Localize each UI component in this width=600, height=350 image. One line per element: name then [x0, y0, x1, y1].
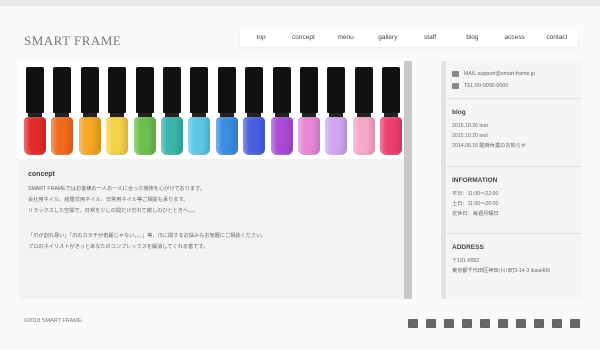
- nail-polish-bottle: [243, 61, 266, 159]
- nail-polish-bottle: [298, 61, 320, 159]
- nail-polish-bottle: [24, 61, 46, 159]
- nail-polish-bottle: [380, 61, 403, 159]
- blog-item[interactable]: 2015.10.20 test: [452, 131, 580, 141]
- youtube-icon[interactable]: [570, 319, 580, 328]
- nail-polish-bottle: [78, 61, 101, 159]
- nav-item-contact[interactable]: contact: [536, 29, 578, 47]
- nail-polish-bottle: [106, 61, 129, 159]
- blog-item[interactable]: 2014.06.16 臨時休業のお知らせ: [452, 141, 580, 151]
- nail-polish-bottle: [325, 61, 348, 159]
- pinterest-icon[interactable]: [462, 319, 472, 328]
- nav-item-access[interactable]: access: [494, 29, 536, 47]
- address-section: ADDRESS 〒101-0052 東京都千代田区神田小川町3-14-3 ilu…: [452, 244, 580, 276]
- facebook-icon[interactable]: [408, 319, 418, 328]
- nav-item-menu[interactable]: menu: [325, 29, 367, 47]
- concept-text: プロのネイリストがきっとあなたのコンプレックスを解消してくれる筈です。: [28, 244, 209, 250]
- nail-polish-bottle: [133, 61, 156, 159]
- blog-section: blog 2015.10.26 test 2015.10.20 test 201…: [452, 109, 580, 151]
- mail-text: MAIL:support@smart-frame.jp: [464, 71, 536, 77]
- sidebar-separator: [446, 233, 582, 234]
- address-line: 〒101-0052: [452, 258, 480, 264]
- flickr-icon[interactable]: [480, 319, 490, 328]
- tel-text: TEL:00-0000-0000: [464, 83, 509, 89]
- address-title: ADDRESS: [452, 244, 484, 251]
- concept-text: SMART FRAMEではお客様お一人お一人に合った施術を心がけております。: [28, 186, 205, 192]
- address-line: 東京都千代田区神田小川町3-14-3 ilusa406: [452, 268, 551, 274]
- linkedin-icon[interactable]: [534, 319, 544, 328]
- nail-polish-bottle: [188, 61, 211, 159]
- concept-section: concept SMART FRAMEではお客様お一人お一人に合った施術を心がけ…: [18, 159, 404, 299]
- nav-item-top[interactable]: top: [240, 29, 282, 47]
- nail-polish-bottle: [51, 61, 74, 159]
- hours-item: 平日：11:00〜22:00: [452, 191, 499, 197]
- hours-item: 定休日：毎週月曜日: [452, 211, 499, 217]
- blog-item[interactable]: 2015.10.26 test: [452, 121, 580, 131]
- section-title: concept: [28, 171, 55, 178]
- column-divider: [404, 61, 412, 299]
- sidebar-accent: [441, 61, 446, 299]
- information-section: INFORMATION 平日：11:00〜22:00 土日：11:00〜20:0…: [452, 177, 580, 219]
- nav-item-blog[interactable]: blog: [451, 29, 493, 47]
- twitter-icon[interactable]: [426, 319, 436, 328]
- nav-item-staff[interactable]: staff: [409, 29, 451, 47]
- mail-icon: [452, 71, 459, 77]
- sidebar-separator: [446, 98, 582, 99]
- concept-text: リラックスした空間で、日常を少しの間だけ忘れて癒しのひとときへ。。。: [28, 208, 199, 214]
- blog-title: blog: [452, 109, 466, 116]
- tel-contact[interactable]: TEL:00-0000-0000: [452, 83, 508, 89]
- nail-polish-bottle: [270, 61, 293, 159]
- hero-image: [18, 61, 404, 159]
- nail-polish-bottle: [161, 61, 183, 159]
- main-nav: top concept menu gallery staff blog acce…: [240, 29, 578, 47]
- concept-text: 会社用ネイル、結婚式用ネイル、日常用ネイル等ご相談も承ります。: [28, 197, 189, 203]
- nail-polish-bottle: [215, 61, 238, 159]
- site-logo[interactable]: SMART FRAME: [24, 33, 121, 49]
- concept-text: 「爪が割れ易い」「爪のカタチが奇麗じゃない。。。」等、爪に関するお悩みもお気軽に…: [28, 233, 267, 239]
- nail-polish-bottle: [352, 61, 375, 159]
- mail-contact[interactable]: MAIL:support@smart-frame.jp: [452, 71, 535, 77]
- copyright: ©2018 SMART FRAME.: [24, 318, 84, 324]
- nav-item-gallery[interactable]: gallery: [367, 29, 409, 47]
- social-links: [408, 319, 580, 328]
- phone-icon: [452, 83, 459, 89]
- top-bar: [0, 0, 600, 6]
- vimeo-icon[interactable]: [552, 319, 562, 328]
- information-title: INFORMATION: [452, 177, 498, 184]
- nav-item-concept[interactable]: concept: [282, 29, 324, 47]
- instagram-icon[interactable]: [516, 319, 526, 328]
- sidebar-separator: [446, 166, 582, 167]
- google-plus-icon[interactable]: [444, 319, 454, 328]
- hours-item: 土日：11:00〜20:00: [452, 201, 499, 207]
- tumblr-icon[interactable]: [498, 319, 508, 328]
